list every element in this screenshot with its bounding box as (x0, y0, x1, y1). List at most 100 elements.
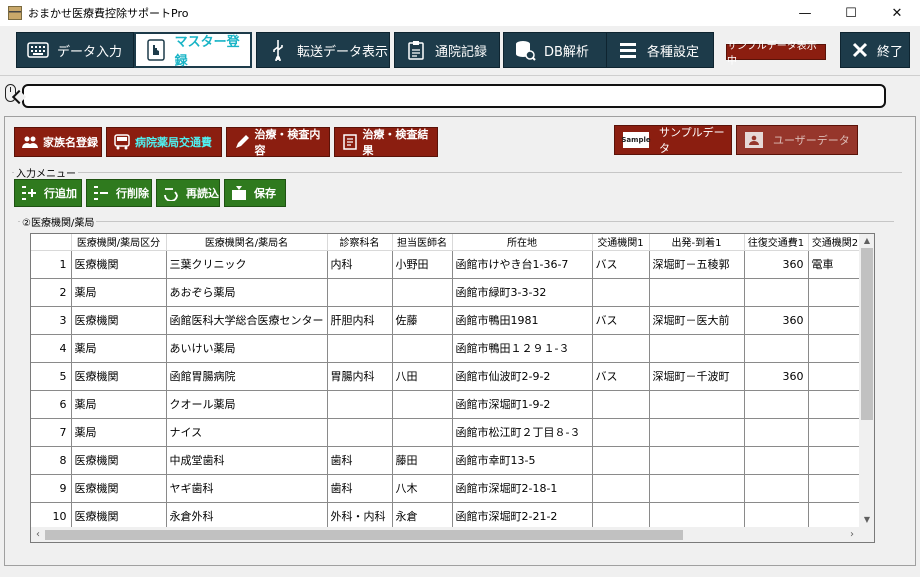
table-cell[interactable] (744, 474, 809, 503)
table-cell[interactable]: 360 (744, 362, 809, 391)
row-number[interactable]: 3 (31, 306, 72, 335)
table-cell[interactable]: 医療機関 (71, 502, 167, 531)
table-cell[interactable] (649, 334, 745, 363)
treatment-result-button[interactable]: 治療・検査結果 (334, 127, 438, 157)
table-cell[interactable]: 函館市深堀町2-21-2 (452, 502, 593, 531)
table-cell[interactable]: 函館医科大学総合医療センター (166, 306, 328, 335)
table-cell[interactable]: 歯科 (327, 446, 393, 475)
table-cell[interactable]: 永倉 (392, 502, 453, 531)
table-cell[interactable]: 360 (744, 306, 809, 335)
delete-row-button[interactable]: 行削除 (86, 179, 152, 207)
table-cell[interactable] (649, 502, 745, 531)
table-cell[interactable] (327, 418, 393, 447)
table-cell[interactable]: 外科・内科 (327, 502, 393, 531)
scroll-down-icon[interactable]: ▼ (859, 513, 874, 527)
row-number[interactable]: 8 (31, 446, 72, 475)
table-cell[interactable]: あいけい薬局 (166, 334, 328, 363)
table-cell[interactable] (744, 446, 809, 475)
table-cell[interactable] (392, 278, 453, 307)
table-cell[interactable]: 函館市松江町２丁目８-３ (452, 418, 593, 447)
table-cell[interactable] (744, 390, 809, 419)
column-header[interactable]: 医療機関名/薬局名 (166, 234, 328, 251)
table-cell[interactable]: 電車 (808, 250, 863, 279)
table-cell[interactable]: 深堀町－医大前 (649, 306, 745, 335)
table-cell[interactable]: 中成堂歯科 (166, 446, 328, 475)
table-cell[interactable]: ナイス (166, 418, 328, 447)
table-cell[interactable] (649, 446, 745, 475)
table-cell[interactable]: 小野田 (392, 250, 453, 279)
table-cell[interactable]: 八木 (392, 474, 453, 503)
table-cell[interactable]: 360 (744, 250, 809, 279)
table-cell[interactable] (392, 334, 453, 363)
row-number[interactable]: 9 (31, 474, 72, 503)
table-cell[interactable]: 八田 (392, 362, 453, 391)
table-cell[interactable] (808, 306, 863, 335)
table-row[interactable]: 5 医療機関 函館胃腸病院 胃腸内科 八田 函館市仙波町2-9-2 バス 深堀町－千波町 360 (31, 362, 863, 391)
column-header[interactable]: 所在地 (452, 234, 593, 251)
table-cell[interactable] (649, 418, 745, 447)
column-header[interactable]: 往復交通費1 (744, 234, 809, 251)
table-row[interactable]: 9 医療機関 ヤギ歯科 歯科 八木 函館市深堀町2-18-1 (31, 474, 863, 503)
column-header[interactable]: 交通機関2 (808, 234, 863, 251)
table-cell[interactable] (649, 390, 745, 419)
row-number[interactable]: 10 (31, 502, 72, 531)
table-cell[interactable]: 医療機関 (71, 250, 167, 279)
table-cell[interactable]: 函館市深堀町2-18-1 (452, 474, 593, 503)
db-analysis-button[interactable]: DB解析 (503, 32, 611, 68)
scroll-left-icon[interactable]: ‹ (31, 527, 45, 542)
column-header[interactable]: 交通機関1 (592, 234, 650, 251)
table-cell[interactable]: 函館市仙波町2-9-2 (452, 362, 593, 391)
visit-record-button[interactable]: 通院記録 (394, 32, 500, 68)
minimize-button[interactable]: — (782, 0, 828, 26)
vertical-scroll-thumb[interactable] (861, 248, 873, 420)
table-cell[interactable] (808, 334, 863, 363)
row-number[interactable]: 2 (31, 278, 72, 307)
save-button[interactable]: 保存 (224, 179, 286, 207)
table-cell[interactable] (808, 446, 863, 475)
row-number[interactable]: 1 (31, 250, 72, 279)
maximize-button[interactable]: ☐ (828, 0, 874, 26)
table-cell[interactable]: ヤギ歯科 (166, 474, 328, 503)
table-cell[interactable] (592, 390, 650, 419)
table-cell[interactable] (808, 418, 863, 447)
scroll-up-icon[interactable]: ▲ (859, 234, 874, 248)
table-cell[interactable] (392, 390, 453, 419)
table-cell[interactable]: 深堀町－五稜郭 (649, 250, 745, 279)
master-registration-button[interactable]: マスター登録 (134, 32, 252, 69)
table-row[interactable]: 10 医療機関 永倉外科 外科・内科 永倉 函館市深堀町2-21-2 (31, 502, 863, 531)
table-cell[interactable]: 函館胃腸病院 (166, 362, 328, 391)
table-cell[interactable]: 薬局 (71, 418, 167, 447)
table-cell[interactable]: 佐藤 (392, 306, 453, 335)
table-cell[interactable]: バス (592, 306, 650, 335)
column-header[interactable]: 担当医師名 (392, 234, 453, 251)
table-cell[interactable]: 医療機関 (71, 446, 167, 475)
table-cell[interactable] (808, 474, 863, 503)
table-cell[interactable]: 藤田 (392, 446, 453, 475)
table-cell[interactable]: 医療機関 (71, 474, 167, 503)
table-cell[interactable] (649, 278, 745, 307)
table-cell[interactable] (744, 334, 809, 363)
table-cell[interactable] (327, 278, 393, 307)
table-cell[interactable] (327, 334, 393, 363)
table-row[interactable]: 2 薬局 あおぞら薬局 函館市緑町3-3-32 (31, 278, 863, 307)
table-cell[interactable] (592, 418, 650, 447)
row-number[interactable]: 6 (31, 390, 72, 419)
table-row[interactable]: 6 薬局 クオール薬局 函館市深堀町1-9-2 (31, 390, 863, 419)
reload-button[interactable]: 再読込 (156, 179, 220, 207)
table-row[interactable]: 1 医療機関 三葉クリニック 内科 小野田 函館市けやき台1-36-7 バス 深堀町－五稜郭 3… (31, 250, 863, 279)
table-cell[interactable] (808, 278, 863, 307)
table-cell[interactable] (744, 278, 809, 307)
settings-button[interactable]: 各種設定 (606, 32, 714, 68)
table-cell[interactable] (592, 474, 650, 503)
column-header[interactable]: 医療機関/薬局区分 (71, 234, 167, 251)
table-cell[interactable]: 函館市深堀町1-9-2 (452, 390, 593, 419)
user-data-button[interactable]: ユーザーデータ (736, 125, 858, 155)
close-window-button[interactable]: ✕ (874, 0, 920, 26)
row-number[interactable]: 7 (31, 418, 72, 447)
column-header[interactable]: 出発-到着1 (649, 234, 745, 251)
table-row[interactable]: 8 医療機関 中成堂歯科 歯科 藤田 函館市幸町13-5 (31, 446, 863, 475)
table-cell[interactable] (392, 418, 453, 447)
table-cell[interactable]: 函館市鴨田1981 (452, 306, 593, 335)
treatment-content-button[interactable]: 治療・検査内容 (226, 127, 330, 157)
hospital-pharmacy-fare-button[interactable]: 病院薬局交通費 (106, 127, 222, 157)
